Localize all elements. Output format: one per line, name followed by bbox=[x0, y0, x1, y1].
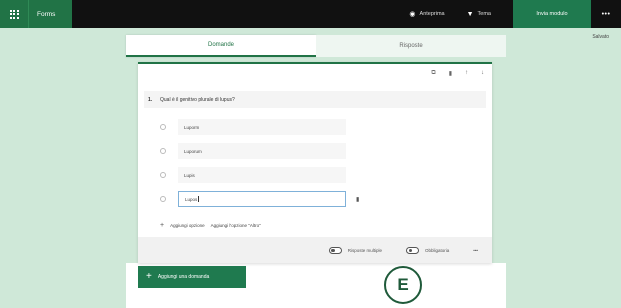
radio-icon bbox=[160, 172, 166, 178]
saved-status: Salvato bbox=[592, 34, 609, 40]
send-form-button[interactable]: Invia modulo bbox=[513, 0, 591, 28]
question-card[interactable]: ⧉ ▮ ↑ ↓ 1. Qual è il genitivo plurale di… bbox=[138, 62, 492, 263]
add-options-row: + Aggiungi opzione Aggiungi l'opzione "A… bbox=[160, 222, 261, 229]
tab-responses[interactable]: Risposte bbox=[316, 35, 506, 57]
trash-icon[interactable]: ▮ bbox=[449, 70, 452, 77]
radio-icon bbox=[160, 124, 166, 130]
tab-questions[interactable]: Domande bbox=[126, 35, 316, 57]
text-caret bbox=[198, 196, 199, 202]
eye-icon: ◉ bbox=[409, 11, 416, 18]
radio-icon bbox=[160, 148, 166, 154]
add-other-option-link[interactable]: Aggiungi l'opzione "Altro" bbox=[211, 223, 261, 228]
delete-option-icon[interactable]: ▮ bbox=[356, 196, 359, 203]
add-option-link[interactable]: Aggiungi opzione bbox=[170, 223, 205, 228]
question-text: Qual è il genitivo plurale di lupus? bbox=[160, 96, 235, 103]
add-question-button[interactable]: + Aggiungi una domanda bbox=[138, 266, 246, 288]
option-input[interactable]: Luporm bbox=[178, 119, 346, 135]
option-row: Luporum bbox=[160, 143, 346, 159]
plus-icon: + bbox=[160, 222, 165, 229]
top-bar: Forms ◉ Anteprima ▼ Tema Invia modulo ••… bbox=[0, 0, 621, 28]
question-number: 1. bbox=[148, 96, 153, 103]
question-more-button[interactable]: ••• bbox=[473, 248, 478, 253]
arrow-down-icon[interactable]: ↓ bbox=[481, 70, 484, 77]
option-input[interactable]: Lupis bbox=[178, 167, 346, 183]
tab-bar: Domande Risposte bbox=[126, 35, 506, 57]
option-row: Luporm bbox=[160, 119, 346, 135]
multiple-answers-label: Risposte multiple bbox=[347, 247, 382, 253]
waffle-icon bbox=[9, 9, 19, 19]
question-toolbar: ⧉ ▮ ↑ ↓ bbox=[431, 70, 484, 77]
add-question-label: Aggiungi una domanda bbox=[157, 274, 210, 280]
required-toggle[interactable] bbox=[406, 246, 419, 254]
question-footer: Risposte multiple Obbligatoria ••• bbox=[138, 237, 492, 263]
arrow-up-icon[interactable]: ↑ bbox=[465, 70, 468, 77]
step-badge: E bbox=[384, 266, 422, 304]
option-value: Lupos bbox=[185, 196, 198, 202]
multiple-answers-toggle[interactable] bbox=[328, 246, 342, 254]
copy-icon[interactable]: ⧉ bbox=[431, 70, 435, 77]
theme-label: Tema bbox=[477, 11, 491, 17]
preview-label: Anteprima bbox=[419, 11, 445, 17]
option-input[interactable]: Luporum bbox=[178, 143, 346, 159]
required-label: Obbligatoria bbox=[425, 247, 450, 253]
plus-icon: + bbox=[146, 271, 152, 282]
theme-button[interactable]: ▼ Tema bbox=[467, 11, 491, 18]
option-row: Lupos ▮ bbox=[160, 191, 359, 207]
radio-icon bbox=[160, 196, 166, 202]
preview-button[interactable]: ◉ Anteprima bbox=[409, 10, 444, 18]
paint-icon: ▼ bbox=[466, 10, 474, 18]
question-title-field[interactable]: 1. Qual è il genitivo plurale di lupus? bbox=[144, 91, 486, 108]
app-launcher-button[interactable] bbox=[0, 0, 28, 28]
app-name[interactable]: Forms bbox=[28, 0, 72, 28]
option-row: Lupis bbox=[160, 167, 346, 183]
option-input-active[interactable]: Lupos bbox=[178, 191, 346, 207]
more-options-button[interactable]: ••• bbox=[591, 0, 621, 28]
